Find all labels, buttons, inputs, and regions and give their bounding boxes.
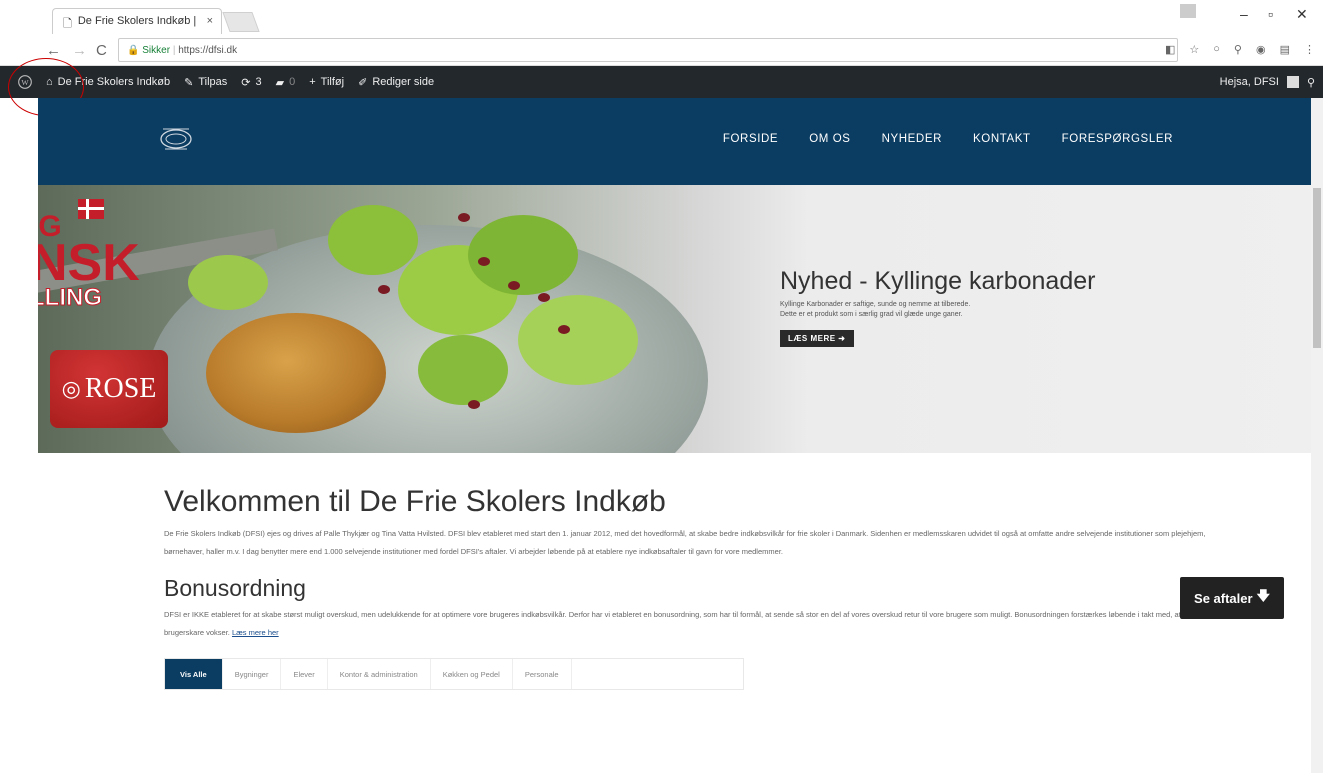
salad-leaf (418, 335, 508, 405)
extension-icon[interactable]: ▤ (1280, 43, 1290, 56)
admin-edit-page-link[interactable]: ✐ Rediger side (358, 76, 434, 89)
lock-icon: 🔒 (127, 45, 140, 56)
tab-kokken[interactable]: Køkken og Pedel (431, 659, 513, 689)
search-icon[interactable]: ⚲ (1307, 76, 1315, 89)
security-label: Sikker (142, 45, 171, 56)
rose-mark-icon: ◎ (61, 376, 81, 401)
salad-leaf (188, 255, 268, 310)
bean (508, 281, 520, 290)
forward-icon[interactable]: → (72, 42, 87, 59)
extension-icon[interactable]: ○ (1213, 43, 1220, 56)
extension-icon[interactable]: ◉ (1256, 43, 1266, 56)
url-text: https://dfsi.dk (178, 45, 238, 56)
hero-description: Kyllinge Karbonader er saftige, sunde og… (780, 301, 971, 319)
tab-personale[interactable]: Personale (513, 659, 572, 689)
browser-tab-bar: 🗋 De Frie Skolers Indkøb | × – ▫ ✕ (0, 0, 1323, 34)
nav-item-foresporgsler[interactable]: FORESPØRGSLER (1062, 133, 1173, 145)
tab-bygninger[interactable]: Bygninger (223, 659, 282, 689)
site-logo[interactable] (158, 120, 194, 156)
maximize-icon[interactable]: ▫ (1268, 6, 1273, 22)
intro-paragraph: De Frie Skolers Indkøb (DFSI) ejes og dr… (164, 529, 1206, 556)
arrow-down-icon: 🡇 (1256, 588, 1270, 603)
extension-icon[interactable]: ◧ (1165, 43, 1175, 56)
nav-item-nyheder[interactable]: NYHEDER (882, 133, 942, 145)
bean (458, 213, 470, 222)
admin-customize-link[interactable]: ✎ Tilpas (184, 76, 227, 89)
updates-icon: ⟳ (241, 76, 251, 89)
bonus-heading: Bonusordning (164, 575, 306, 601)
window-close-icon[interactable]: ✕ (1296, 6, 1308, 23)
plus-icon: + (309, 76, 316, 88)
tab-kontor[interactable]: Kontor & administration (328, 659, 431, 689)
salad-leaf (328, 205, 418, 275)
admin-comments-link[interactable]: ▰ 0 (276, 76, 296, 89)
nav-item-forside[interactable]: FORSIDE (723, 133, 778, 145)
comment-icon: ▰ (275, 76, 285, 89)
salad-leaf (518, 295, 638, 385)
menu-icon[interactable]: ⋮ (1304, 43, 1315, 56)
new-tab-button[interactable] (222, 12, 260, 32)
browser-tab[interactable]: 🗋 De Frie Skolers Indkøb | × (52, 8, 222, 34)
read-more-button[interactable]: LÆS MERE ➜ (780, 330, 854, 348)
dansk-kylling-badge: IG NSK LLING (38, 210, 140, 311)
admin-greeting[interactable]: Hejsa, DFSI (1220, 76, 1279, 88)
admin-new-link[interactable]: + Tilføj (309, 76, 344, 88)
se-aftaler-button[interactable]: Se aftaler 🡇 (1180, 577, 1284, 619)
bean (378, 285, 390, 294)
close-icon[interactable]: × (207, 15, 213, 34)
scrollbar-thumb[interactable] (1313, 188, 1321, 348)
bean (478, 257, 490, 266)
reload-icon[interactable]: C (96, 42, 107, 59)
site-header: FORSIDE OM OS NYHEDER KONTAKT FORESPØRGS… (38, 98, 1323, 185)
bonus-paragraph: DFSI er IKKE etableret for at skabe stør… (164, 610, 1206, 637)
hero-patty-image (206, 313, 386, 433)
bean (558, 325, 570, 334)
search-extension-icon[interactable]: ⚲ (1234, 43, 1242, 56)
hero-title: Nyhed - Kyllinge karbonader (780, 267, 1096, 295)
page-title: Velkommen til De Frie Skolers Indkøb (164, 485, 666, 518)
category-filter-tabs: Vis Alle Bygninger Elever Kontor & admin… (164, 658, 744, 690)
hero-caption: Nyhed - Kyllinge karbonader Kyllinge Kar… (780, 267, 1200, 348)
wp-admin-bar: W ⌂ De Frie Skolers Indkøb ✎ Tilpas ⟳ 3 … (18, 66, 1323, 98)
pencil-icon: ✐ (358, 76, 368, 89)
browser-toolbar: ← → C 🔒 Sikker | https://dfsi.dk ◧ ☆ ○ ⚲… (0, 34, 1323, 66)
rose-brand-logo: ◎ ROSE (50, 350, 168, 428)
bean (468, 400, 480, 409)
back-icon[interactable]: ← (46, 42, 61, 59)
brush-icon: ✎ (184, 76, 194, 89)
address-bar[interactable]: 🔒 Sikker | https://dfsi.dk (118, 38, 1178, 62)
tab-elever[interactable]: Elever (281, 659, 328, 689)
page-icon: 🗋 (63, 18, 72, 30)
main-navigation: FORSIDE OM OS NYHEDER KONTAKT FORESPØRGS… (723, 133, 1173, 145)
nav-item-kontakt[interactable]: KONTAKT (973, 133, 1031, 145)
avatar[interactable] (1286, 76, 1299, 88)
tab-vis-alle[interactable]: Vis Alle (165, 659, 223, 689)
arrow-circle-icon: ➜ (838, 334, 846, 344)
salad-leaf (468, 215, 578, 295)
page-scrollbar[interactable] (1311, 98, 1323, 773)
minimize-icon[interactable]: – (1240, 6, 1248, 22)
bean (538, 293, 550, 302)
nav-item-om-os[interactable]: OM OS (809, 133, 850, 145)
bookmark-star-icon[interactable]: ☆ (1189, 43, 1199, 56)
profile-icon[interactable] (1180, 4, 1196, 18)
main-content: Velkommen til De Frie Skolers Indkøb De … (164, 485, 1224, 690)
browser-extensions: ◧ ☆ ○ ⚲ ◉ ▤ ⋮ (1165, 43, 1315, 56)
read-more-link[interactable]: Læs mere her (232, 628, 279, 637)
admin-updates-link[interactable]: ⟳ 3 (241, 76, 261, 89)
hero-slider[interactable]: IG NSK LLING ◎ ROSE Nyhed - Kyllinge kar… (38, 185, 1323, 453)
tab-title: De Frie Skolers Indkøb | (77, 15, 197, 27)
